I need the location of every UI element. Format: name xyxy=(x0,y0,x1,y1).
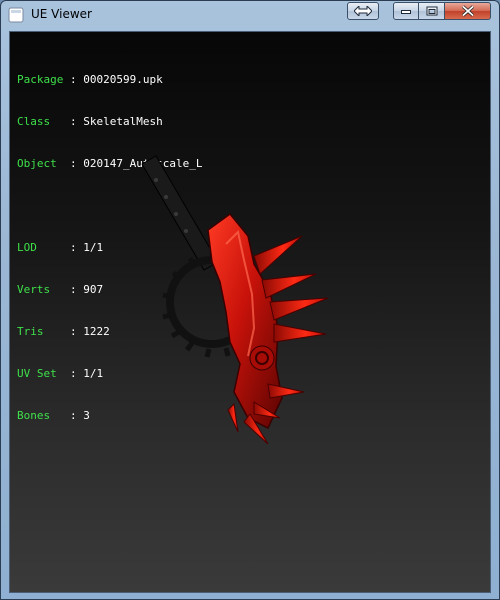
info-value-uvset: 1/1 xyxy=(83,367,104,380)
app-window: UE Viewer Package : 00020599.upk Class:… xyxy=(0,0,500,600)
info-separator: : xyxy=(63,283,84,296)
info-value-package: 00020599.upk xyxy=(83,73,163,86)
info-label: Bones xyxy=(17,409,64,422)
app-icon xyxy=(8,7,24,23)
minimize-button[interactable] xyxy=(393,2,419,20)
maximize-button[interactable] xyxy=(419,2,445,20)
maximize-icon xyxy=(426,6,437,16)
viewport[interactable]: Package : 00020599.upk Class : SkeletalM… xyxy=(9,31,491,593)
info-separator: : xyxy=(63,367,84,380)
info-label: Verts xyxy=(17,283,64,296)
window-title: UE Viewer xyxy=(31,7,92,21)
resize-arrows-icon xyxy=(354,6,372,16)
handle-bar xyxy=(141,155,219,271)
info-row-class: Class : SkeletalMesh xyxy=(17,115,202,129)
info-separator: : xyxy=(63,241,84,254)
info-separator: : xyxy=(63,73,84,86)
close-button[interactable] xyxy=(445,2,491,20)
info-value-verts: 907 xyxy=(83,283,104,296)
info-value-lod: 1/1 xyxy=(83,241,104,254)
info-label: UV Set xyxy=(17,367,64,380)
info-label: Package xyxy=(17,73,64,86)
info-value-class: SkeletalMesh xyxy=(83,115,163,128)
info-label: LOD xyxy=(17,241,64,254)
extra-caption-button[interactable] xyxy=(347,2,379,20)
info-label: Tris xyxy=(17,325,64,338)
info-label: Object xyxy=(17,157,64,170)
info-value-bones: 3 xyxy=(83,409,90,422)
info-value-tris: 1222 xyxy=(83,325,110,338)
info-label: Class xyxy=(17,115,64,128)
info-separator: : xyxy=(63,325,84,338)
minimize-icon xyxy=(401,10,411,14)
info-separator: : xyxy=(63,409,84,422)
skeletal-mesh-render xyxy=(141,155,329,445)
info-separator: : xyxy=(63,115,84,128)
title-bar[interactable]: UE Viewer xyxy=(1,1,499,29)
info-separator: : xyxy=(63,157,84,170)
info-row-package: Package : 00020599.upk xyxy=(17,73,202,87)
close-icon xyxy=(461,5,474,17)
